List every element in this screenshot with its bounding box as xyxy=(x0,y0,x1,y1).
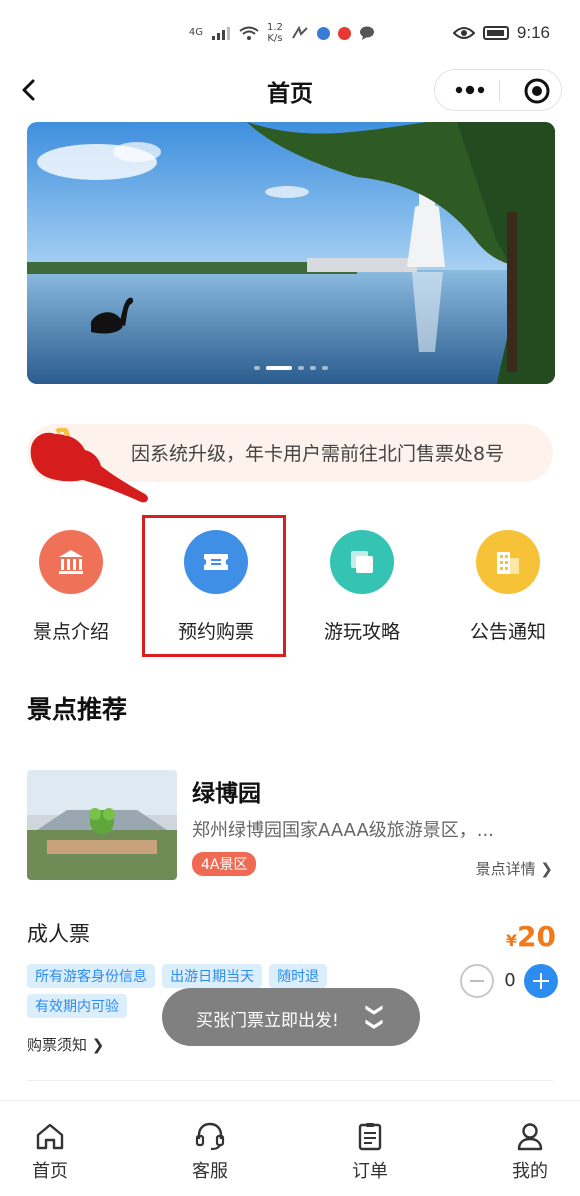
menu-item-attraction-intro[interactable]: 景点介绍 xyxy=(6,530,136,644)
building-icon xyxy=(476,530,540,594)
divider xyxy=(27,1080,553,1081)
price-amount: 20 xyxy=(517,920,556,953)
status-icons: 4G 1.2 K/s 9:16 xyxy=(189,22,550,44)
tab-label: 首页 xyxy=(32,1161,68,1182)
chevron-down-icon: ❯❯ xyxy=(363,1002,384,1032)
notice-text: 因系统升级，年卡用户需前往北门售票处8号 xyxy=(131,443,505,465)
carousel-dot[interactable] xyxy=(254,366,260,370)
tab-service[interactable]: 客服 xyxy=(160,1121,260,1183)
capsule-divider xyxy=(499,80,500,102)
quick-menu: 景点介绍 预约购票 游玩攻略 公告通知 xyxy=(0,530,580,650)
section-title: 景点推荐 xyxy=(27,695,128,724)
museum-icon xyxy=(39,530,103,594)
browser-icon xyxy=(316,26,330,40)
tab-home[interactable]: 首页 xyxy=(0,1121,100,1183)
spot-rating-badge: 4A景区 xyxy=(192,852,257,876)
carousel-dot[interactable] xyxy=(310,366,316,370)
wifi-icon xyxy=(239,26,259,40)
menu-item-announcements[interactable]: 公告通知 xyxy=(443,530,573,644)
purchase-notes-link[interactable]: 购票须知 ❯ xyxy=(27,1034,104,1055)
status-bar: 4G 1.2 K/s 9:16 xyxy=(0,0,580,66)
ticket-tag: 随时退 xyxy=(269,964,328,988)
copy-icon xyxy=(330,530,394,594)
user-icon xyxy=(517,1123,543,1151)
chat-icon xyxy=(359,26,374,40)
battery-icon xyxy=(482,26,509,40)
tab-orders[interactable]: 订单 xyxy=(320,1121,420,1183)
spot-detail-link[interactable]: 景点详情 ❯ xyxy=(476,858,553,879)
tab-bar: 首页 客服 订单 我的 xyxy=(0,1100,580,1196)
toast-text: 买张门票立即出发! xyxy=(196,1011,339,1031)
menu-item-travel-guide[interactable]: 游玩攻略 xyxy=(297,530,427,644)
nav-bar: 首页 xyxy=(0,66,580,114)
decrease-quantity-button[interactable] xyxy=(460,964,494,998)
toast-banner[interactable]: 买张门票立即出发! ❯❯ xyxy=(162,988,420,1046)
menu-label: 游玩攻略 xyxy=(323,621,400,643)
quantity-stepper: 0 xyxy=(460,964,558,998)
spot-description: 郑州绿博园国家AAAA级旅游景区，... xyxy=(192,820,494,841)
weibo-icon xyxy=(337,26,351,40)
ticket-price: ¥20 xyxy=(506,920,556,953)
banner-image xyxy=(27,122,555,384)
app-notification-icon xyxy=(292,26,308,39)
price-currency: ¥ xyxy=(505,931,518,950)
tab-label: 订单 xyxy=(352,1161,388,1182)
network-type: 4G xyxy=(188,27,203,38)
status-time: 9:16 xyxy=(516,23,550,42)
increase-quantity-button[interactable] xyxy=(524,964,558,998)
home-icon xyxy=(36,1123,64,1150)
ticket-tag: 所有游客身份信息 xyxy=(27,964,155,988)
tab-profile[interactable]: 我的 xyxy=(480,1121,580,1183)
spot-card[interactable]: 绿博园 郑州绿博园国家AAAA级旅游景区，... 4A景区 景点详情 ❯ xyxy=(27,770,553,880)
spot-name: 绿博园 xyxy=(192,781,261,807)
highlight-box xyxy=(142,515,286,657)
quantity-value: 0 xyxy=(504,970,516,991)
ticket-tag: 有效期内可验 xyxy=(27,994,127,1018)
eye-icon xyxy=(452,27,475,39)
banner-carousel[interactable] xyxy=(27,122,555,384)
carousel-dot-active[interactable] xyxy=(266,366,292,370)
network-speed: 1.2 K/s xyxy=(267,22,283,44)
menu-label: 景点介绍 xyxy=(32,621,109,643)
tab-label: 我的 xyxy=(512,1161,548,1182)
ticket-tag: 出游日期当天 xyxy=(162,964,263,988)
carousel-dot[interactable] xyxy=(322,366,328,370)
spot-image xyxy=(27,770,177,880)
mini-program-capsule xyxy=(434,69,562,111)
headset-icon xyxy=(195,1122,225,1151)
ticket-name: 成人票 xyxy=(27,922,90,946)
signal-icon xyxy=(212,27,230,40)
menu-label: 公告通知 xyxy=(469,621,546,643)
clipboard-icon xyxy=(358,1123,382,1151)
carousel-dot[interactable] xyxy=(298,366,304,370)
pointing-hand-icon xyxy=(30,428,148,503)
tab-label: 客服 xyxy=(192,1161,228,1182)
carousel-indicator xyxy=(27,366,555,370)
close-program-icon[interactable] xyxy=(523,77,551,105)
more-options-icon[interactable] xyxy=(453,82,487,98)
